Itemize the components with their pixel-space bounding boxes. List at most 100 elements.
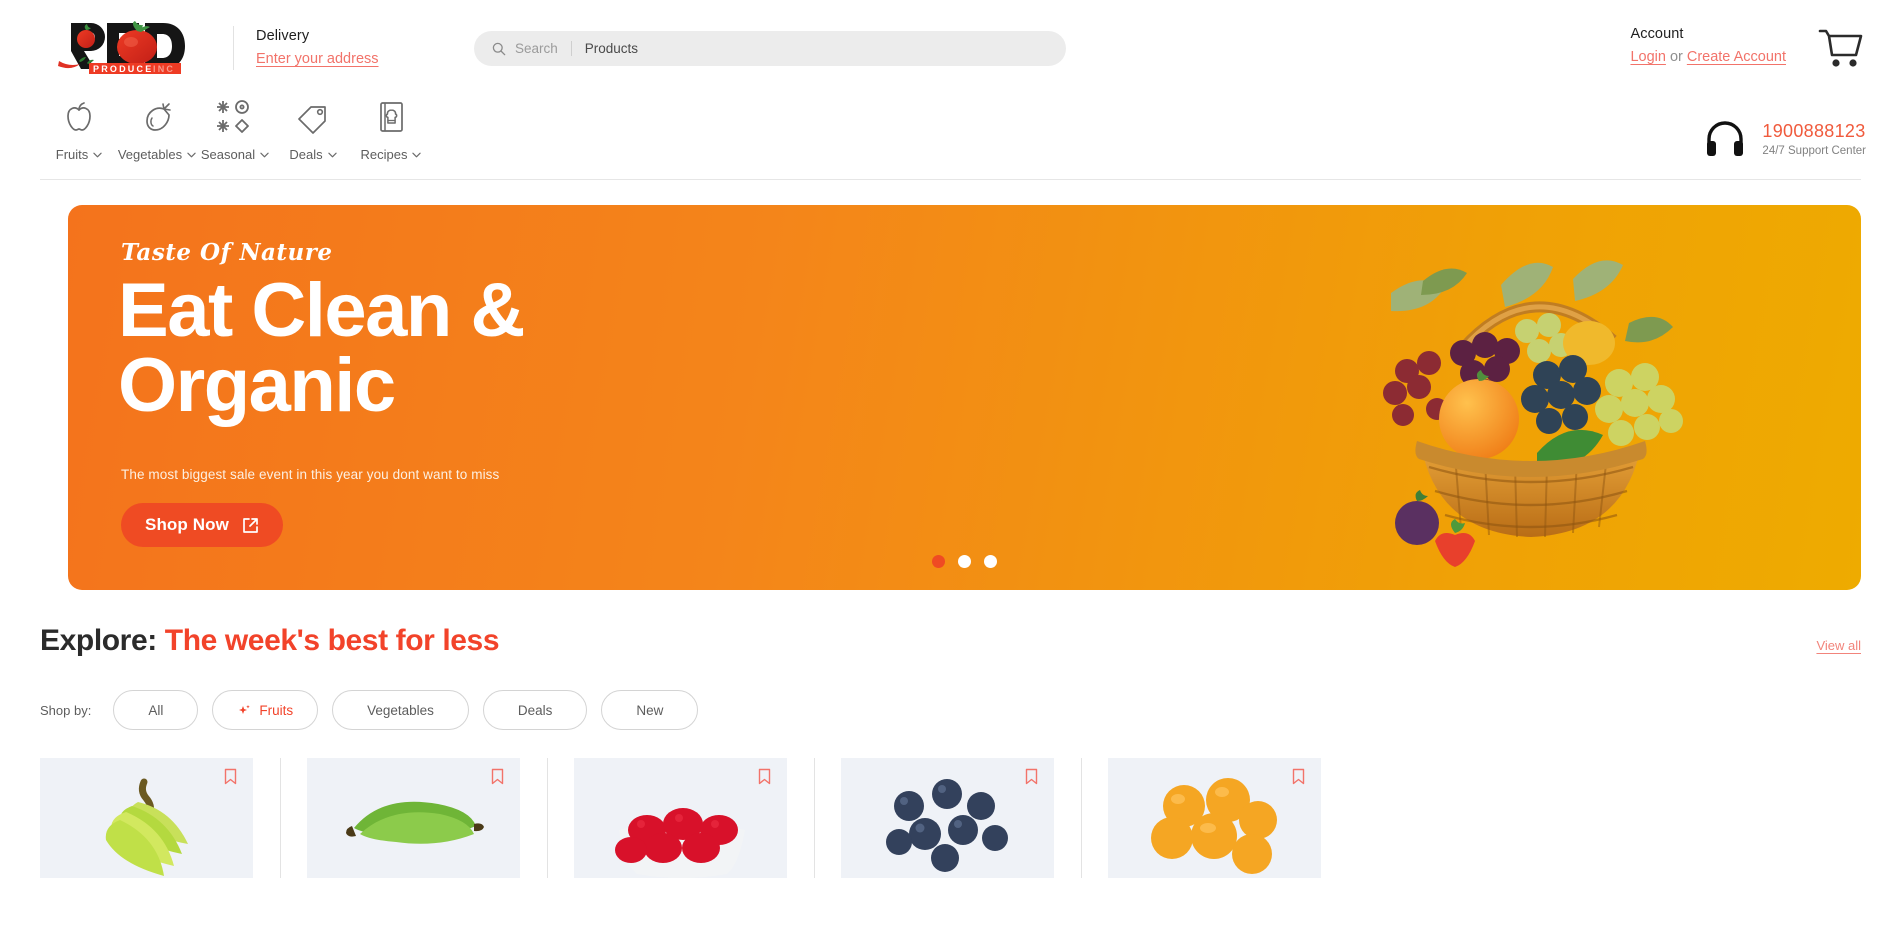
header-bottom-rule: [40, 179, 1861, 180]
nav-item-list: Fruits Vegetables Seasonal Deals Recipes: [40, 95, 430, 162]
search-category-selector[interactable]: Products: [585, 41, 638, 56]
product-gap: [253, 758, 307, 878]
shop-by-label: Shop by:: [40, 702, 92, 718]
support-subtitle: 24/7 Support Center: [1762, 145, 1866, 157]
cart-button[interactable]: [1814, 24, 1866, 72]
filter-chip-new[interactable]: New: [601, 690, 699, 730]
product-card-bananas[interactable]: [40, 758, 253, 878]
nav-item-text: Fruits: [55, 147, 89, 162]
nav-item-text: Recipes: [360, 147, 408, 162]
bookmark-icon[interactable]: [758, 768, 771, 785]
search-bar[interactable]: Search Products: [474, 31, 1066, 66]
product-card-green-bananas[interactable]: [307, 758, 520, 878]
nav-label: Seasonal: [201, 147, 269, 162]
bookmark-icon[interactable]: [224, 768, 237, 785]
filter-chip-all[interactable]: All: [113, 690, 199, 730]
header-top-bar: PRODUCE INC Delivery Enter your address …: [0, 0, 1901, 95]
svg-text:INC: INC: [153, 64, 175, 74]
filter-chip-deals[interactable]: Deals: [482, 690, 588, 730]
shop-by-filters: Shop by: All Fruits Vegetables Deals New: [40, 690, 1861, 730]
account-section: Account Login or Create Account: [1630, 26, 1786, 65]
chevron-down-icon: [412, 152, 422, 157]
chip-label: Deals: [517, 702, 553, 718]
sparkle-icon: [239, 705, 251, 714]
nav-label: Recipes: [361, 147, 422, 162]
filter-chip-vegetables[interactable]: Vegetables: [332, 690, 469, 730]
support-text: 1900888123 24/7 Support Center: [1762, 121, 1866, 157]
search-input[interactable]: Search: [515, 41, 558, 56]
nav-item-text: Vegetables: [117, 147, 183, 162]
delivery-section: Delivery Enter your address: [256, 28, 379, 67]
hero-eyebrow: Taste Of Nature: [121, 239, 333, 266]
brand-logo[interactable]: PRODUCE INC: [45, 19, 205, 77]
external-link-icon: [243, 517, 258, 533]
nav-item-text: Seasonal: [200, 147, 256, 162]
shop-now-button[interactable]: Shop Now: [121, 503, 283, 547]
header-divider: [233, 25, 234, 70]
nav-item-recipes[interactable]: Recipes: [352, 97, 430, 162]
nav-item-vegetables[interactable]: Vegetables: [118, 97, 196, 162]
search-divider: [570, 41, 572, 56]
chevron-down-icon: [93, 152, 102, 157]
support-section[interactable]: 1900888123 24/7 Support Center: [1703, 117, 1866, 161]
product-image: [307, 772, 520, 878]
hero-title-line1: Eat Clean &: [118, 268, 525, 353]
eggplant-icon: [140, 97, 174, 137]
bookmark-icon[interactable]: [1025, 768, 1038, 785]
hero-subtitle: The most biggest sale event in this year…: [121, 467, 500, 482]
view-all-link[interactable]: View all: [1816, 638, 1861, 653]
account-or-text: or: [1669, 49, 1683, 65]
explore-header: Explore: The week's best for less View a…: [40, 624, 1861, 658]
carousel-dot-1[interactable]: [932, 555, 945, 568]
chip-label: New: [636, 702, 664, 718]
explore-label: Explore:: [40, 624, 157, 657]
product-image: [1108, 772, 1321, 878]
recipe-book-icon: [374, 97, 408, 137]
product-card-apricots[interactable]: [1108, 758, 1321, 878]
shopping-cart-icon: [1818, 29, 1863, 67]
nav-item-fruits[interactable]: Fruits: [40, 97, 118, 162]
product-gap: [787, 758, 841, 878]
support-phone[interactable]: 1900888123: [1762, 121, 1866, 142]
headphones-icon: [1707, 121, 1744, 156]
nav-item-deals[interactable]: Deals: [274, 97, 352, 162]
chip-label: Fruits: [259, 702, 294, 718]
product-image: [574, 772, 787, 878]
product-gap: [1054, 758, 1108, 878]
page-title: Explore: The week's best for less: [40, 624, 500, 658]
account-label: Account: [1630, 26, 1684, 42]
hero-title-line2: Organic: [118, 343, 396, 429]
carousel-dot-2[interactable]: [958, 555, 971, 568]
create-account-link[interactable]: Create Account: [1687, 49, 1786, 65]
shop-now-label: Shop Now: [145, 515, 229, 534]
product-card-blueberries[interactable]: [841, 758, 1054, 878]
carousel-dots: [68, 555, 1861, 568]
search-icon: [492, 42, 506, 55]
price-tag-icon: [296, 97, 330, 137]
apple-icon: [62, 97, 96, 137]
svg-text:PRODUCE: PRODUCE: [93, 64, 153, 74]
product-card-raspberries[interactable]: [574, 758, 787, 878]
delivery-label: Delivery: [256, 28, 310, 44]
hero-banner: Taste Of Nature Eat Clean & Organic The …: [68, 205, 1861, 590]
login-link[interactable]: Login: [1630, 49, 1665, 65]
account-links: Login or Create Account: [1630, 49, 1786, 65]
chip-label: All: [148, 702, 164, 718]
chevron-down-icon: [260, 152, 269, 157]
enter-address-link[interactable]: Enter your address: [256, 51, 379, 67]
chevron-down-icon: [327, 152, 337, 157]
fruit-basket-illustration: [1351, 223, 1711, 578]
product-grid: [40, 758, 1861, 878]
bookmark-icon[interactable]: [491, 768, 504, 785]
hero-title: Eat Clean & Organic: [118, 268, 525, 429]
bookmark-icon[interactable]: [1292, 768, 1305, 785]
product-image: [841, 772, 1054, 878]
chevron-down-icon: [187, 152, 196, 157]
nav-label: Vegetables: [118, 147, 196, 162]
nav-item-text: Deals: [289, 147, 323, 162]
product-gap: [520, 758, 574, 878]
filter-chip-fruits[interactable]: Fruits: [212, 690, 319, 730]
nav-item-seasonal[interactable]: Seasonal: [196, 97, 274, 162]
carousel-dot-3[interactable]: [984, 555, 997, 568]
seasonal-icon: [215, 97, 255, 137]
